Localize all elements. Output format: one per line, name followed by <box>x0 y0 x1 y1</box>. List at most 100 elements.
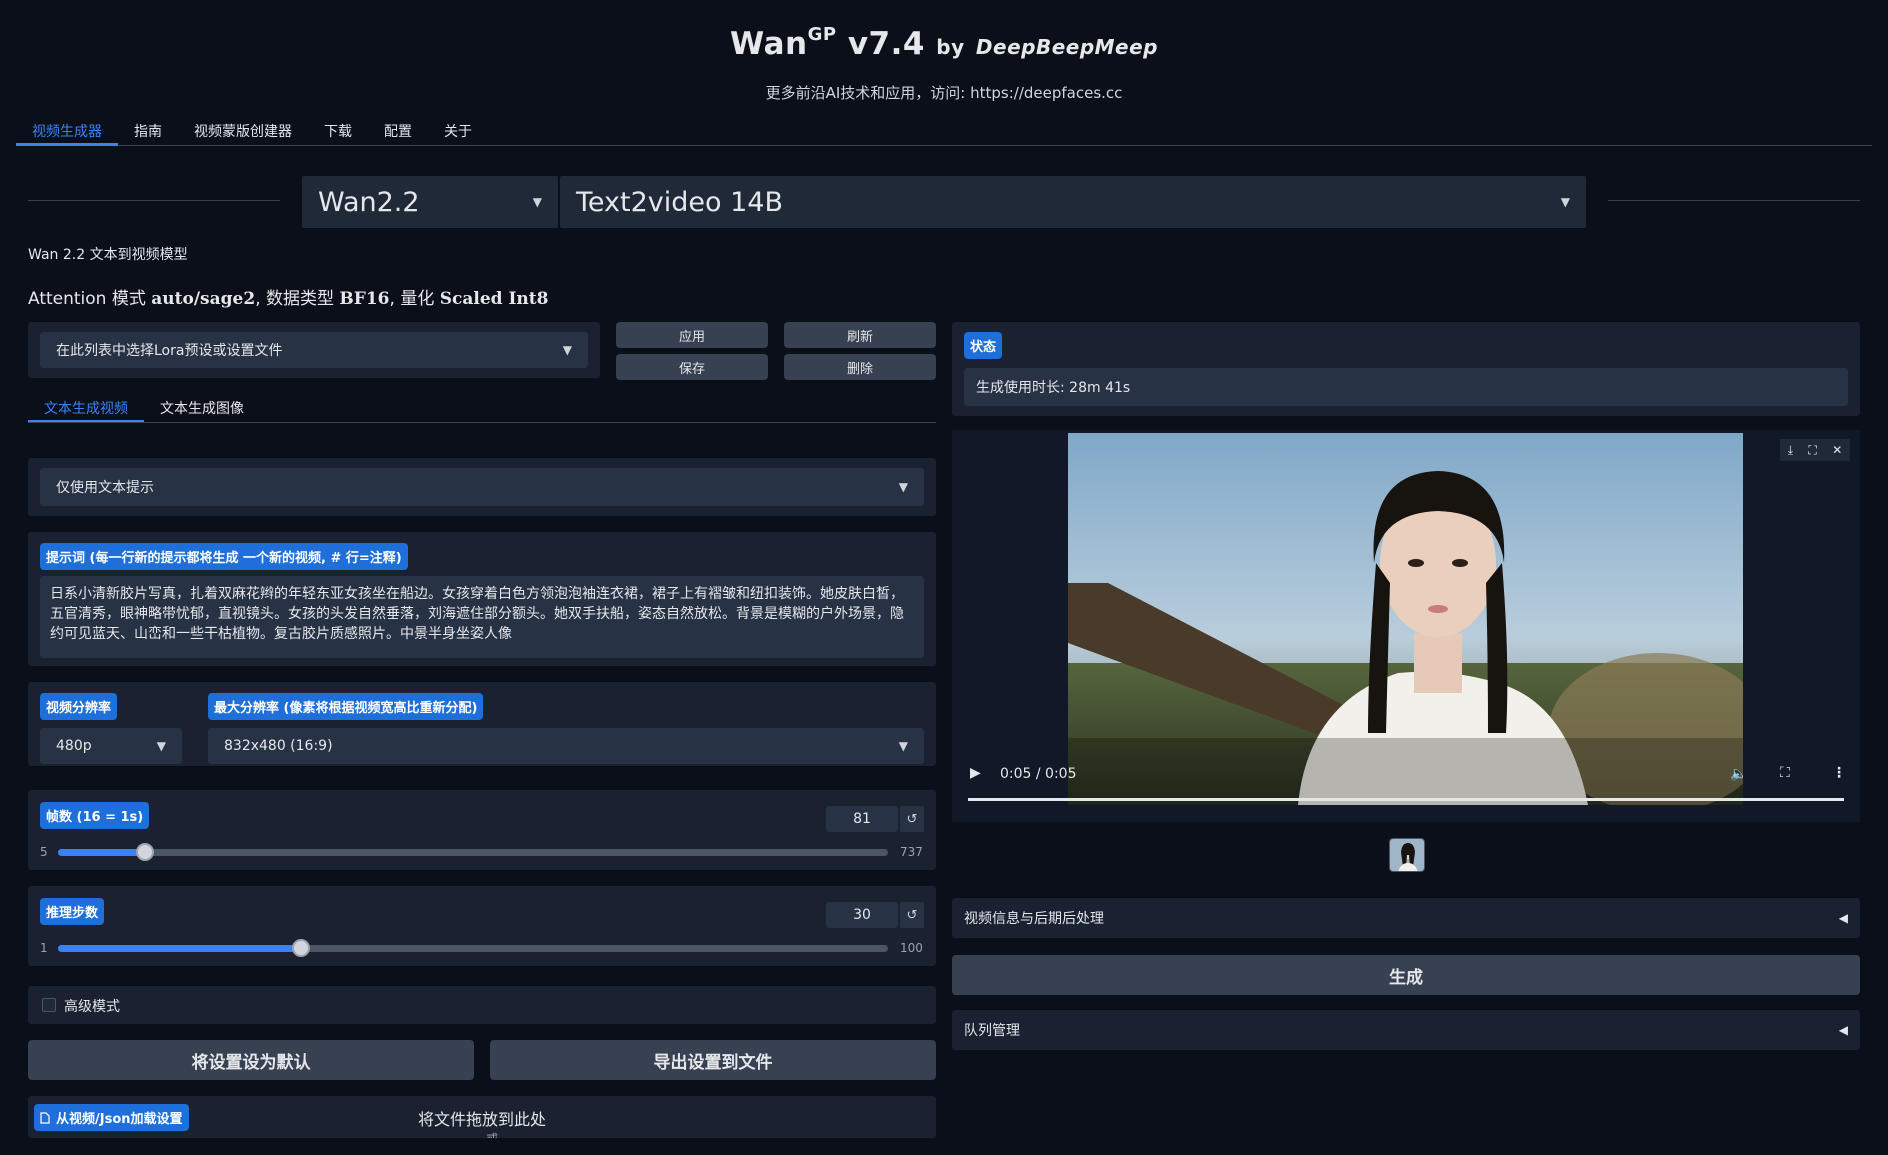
fullscreen-icon[interactable]: ⛶ <box>1808 443 1816 458</box>
tab-video-generator[interactable]: 视频生成器 <box>16 118 118 146</box>
frames-slider-thumb[interactable] <box>136 843 155 861</box>
reset-icon: ↺ <box>906 907 918 923</box>
prompt-line: 日系小清新胶片写真，扎着双麻花辫的年轻东亚女孩坐在船边。女孩穿着白色方领泡泡袖连… <box>50 586 904 602</box>
by-text: by <box>936 35 965 59</box>
file-icon <box>40 1111 50 1124</box>
video-toolbar: ⤓ ⛶ ✕ <box>1780 439 1850 461</box>
drop-subtext: - 或 - <box>478 1130 506 1138</box>
video-info-accordion[interactable]: 视频信息与后期后处理 ◀ <box>952 898 1860 938</box>
apply-button[interactable]: 应用 <box>616 322 768 348</box>
chevron-down-icon: ▼ <box>1560 195 1570 209</box>
max-resolution-label: 最大分辨率 (像素将根据视频宽高比重新分配) <box>208 693 484 720</box>
generate-button[interactable]: 生成 <box>952 955 1860 995</box>
frames-reset-button[interactable]: ↺ <box>900 806 924 832</box>
delete-button[interactable]: 删除 <box>784 354 936 380</box>
divider-left <box>28 200 280 201</box>
tab-text-to-video[interactable]: 文本生成视频 <box>28 396 144 422</box>
main-tabs: 视频生成器 指南 视频蒙版创建器 下载 配置 关于 <box>16 118 1872 146</box>
steps-max: 100 <box>900 941 923 955</box>
more-icon[interactable]: ⋮ <box>1832 765 1846 781</box>
model-variant-select[interactable]: Text2video 14B ▼ <box>560 176 1586 228</box>
prompt-panel: 提示词 (每一行新的提示都将生成 一个新的视频, # 行=注释) 日系小清新胶片… <box>28 532 936 666</box>
chevron-down-icon: ▼ <box>898 480 908 494</box>
model-family-select[interactable]: Wan2.2 ▼ <box>302 176 558 228</box>
refresh-button[interactable]: 刷新 <box>784 322 936 348</box>
generation-subtabs: 文本生成视频 文本生成图像 <box>28 396 936 423</box>
advanced-mode-label: 高级模式 <box>64 999 120 1015</box>
attention-prefix: Attention 模式 <box>28 289 146 309</box>
tab-about[interactable]: 关于 <box>428 118 488 146</box>
dtype-value: BF16 <box>339 289 390 309</box>
divider-right <box>1608 200 1860 201</box>
resolution-select[interactable]: 480p ▼ <box>40 728 182 764</box>
resolution-panel: 视频分辨率 480p ▼ 最大分辨率 (像素将根据视频宽高比重新分配) 832x… <box>28 682 936 766</box>
thumbnail-image <box>1390 839 1424 871</box>
load-settings-dropzone[interactable]: 从视频/Json加载设置 将文件拖放到此处 - 或 - <box>28 1096 936 1138</box>
prompt-line: 五官清秀，眼神略带忧郁，直视镜头。女孩的头发自然垂落，刘海遮住部分额头。她双手扶… <box>50 606 904 622</box>
tab-config[interactable]: 配置 <box>368 118 428 146</box>
model-variant-value: Text2video 14B <box>576 186 783 218</box>
quant-prefix: , 量化 <box>389 289 435 309</box>
lora-preset-placeholder: 在此列表中选择Lora预设或设置文件 <box>56 343 283 359</box>
frames-min: 5 <box>40 845 48 859</box>
steps-slider-thumb[interactable] <box>292 939 311 957</box>
fullscreen-icon[interactable]: ⛶ <box>1780 765 1790 781</box>
app-title: WanGP v7.4 by DeepBeepMeep <box>0 24 1888 62</box>
queue-accordion[interactable]: 队列管理 ◀ <box>952 1010 1860 1050</box>
chevron-down-icon: ▼ <box>898 739 908 753</box>
set-default-button[interactable]: 将设置设为默认 <box>28 1040 474 1080</box>
prompt-line: 约可见蓝天、山峦和一些干枯植物。复古胶片质感照片。中景半身坐姿人像 <box>50 626 512 642</box>
video-time: 0:05 / 0:05 <box>1000 766 1077 782</box>
chevron-down-icon: ▼ <box>156 739 166 753</box>
status-text: 生成使用时长: 28m 41s <box>964 368 1848 406</box>
app-name: Wan <box>729 26 808 62</box>
attention-value: auto/sage2 <box>151 289 256 309</box>
advanced-mode-checkbox[interactable] <box>42 998 56 1012</box>
play-icon[interactable]: ▶ <box>970 765 981 781</box>
load-settings-label: 从视频/Json加载设置 <box>34 1104 189 1131</box>
frames-input[interactable]: 81 <box>826 806 898 832</box>
quant-value: Scaled Int8 <box>439 289 549 309</box>
download-icon[interactable]: ⤓ <box>1788 443 1793 458</box>
max-resolution-value: 832x480 (16:9) <box>224 738 333 754</box>
tab-guide[interactable]: 指南 <box>118 118 178 146</box>
model-family-value: Wan2.2 <box>318 186 420 218</box>
queue-label: 队列管理 <box>964 1023 1020 1039</box>
author-name: DeepBeepMeep <box>975 35 1158 59</box>
tab-downloads[interactable]: 下载 <box>308 118 368 146</box>
steps-reset-button[interactable]: ↺ <box>900 902 924 928</box>
app-superscript: GP <box>807 24 837 45</box>
video-progress-track[interactable] <box>968 798 1844 801</box>
frames-slider-fill <box>58 849 146 856</box>
prompt-textarea[interactable]: 日系小清新胶片写真，扎着双麻花辫的年轻东亚女孩坐在船边。女孩穿着白色方领泡泡袖连… <box>40 576 924 658</box>
prompt-mode-select[interactable]: 仅使用文本提示 ▼ <box>40 468 924 506</box>
export-settings-button[interactable]: 导出设置到文件 <box>490 1040 936 1080</box>
max-resolution-select[interactable]: 832x480 (16:9) ▼ <box>208 728 924 764</box>
prompt-mode-value: 仅使用文本提示 <box>56 480 154 496</box>
tab-mask-creator[interactable]: 视频蒙版创建器 <box>178 118 308 146</box>
volume-icon[interactable]: 🔈 <box>1730 766 1747 782</box>
steps-slider-track[interactable] <box>58 945 888 952</box>
resolution-value: 480p <box>56 738 92 754</box>
dtype-prefix: , 数据类型 <box>255 289 334 309</box>
video-still-image <box>1068 433 1743 805</box>
steps-panel: 推理步数 30 ↺ 1 100 <box>28 886 936 966</box>
save-button[interactable]: 保存 <box>616 354 768 380</box>
prompt-label: 提示词 (每一行新的提示都将生成 一个新的视频, # 行=注释) <box>40 543 408 570</box>
collapse-arrow-icon: ◀ <box>1838 1023 1848 1037</box>
model-description: Wan 2.2 文本到视频模型 <box>28 247 188 263</box>
steps-input[interactable]: 30 <box>826 902 898 928</box>
video-thumbnail[interactable] <box>1389 838 1425 872</box>
steps-slider-fill <box>58 945 302 952</box>
steps-min: 1 <box>40 941 48 955</box>
video-frame[interactable] <box>1068 433 1743 805</box>
close-icon[interactable]: ✕ <box>1832 443 1842 457</box>
lora-preset-select[interactable]: 在此列表中选择Lora预设或设置文件 ▼ <box>40 332 588 368</box>
attention-info: Attention 模式 auto/sage2, 数据类型 BF16, 量化 S… <box>28 284 548 309</box>
reset-icon: ↺ <box>906 811 918 827</box>
frames-slider-track[interactable] <box>58 849 888 856</box>
resolution-label: 视频分辨率 <box>40 693 118 720</box>
frames-label: 帧数 (16 = 1s) <box>40 802 150 829</box>
load-settings-text: 从视频/Json加载设置 <box>56 1112 183 1127</box>
tab-text-to-image[interactable]: 文本生成图像 <box>144 396 260 422</box>
